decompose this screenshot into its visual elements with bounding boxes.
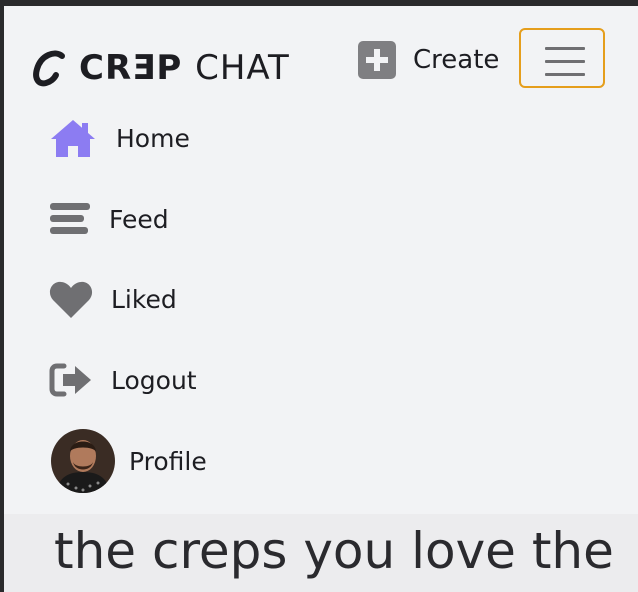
home-icon: [51, 120, 95, 157]
nav-item-feed[interactable]: Feed: [48, 194, 169, 244]
nav-item-profile[interactable]: Profile: [50, 428, 207, 494]
avatar: [51, 429, 115, 493]
app-window: CRƎP CHAT Create Home Feed Liked Logout …: [4, 6, 638, 592]
nav-label-logout: Logout: [111, 365, 197, 395]
hero-heading: the creps you love the: [54, 522, 614, 580]
create-button[interactable]: Create: [358, 41, 499, 79]
logo-c-icon: [33, 50, 65, 87]
nav-label-feed: Feed: [109, 204, 169, 234]
heart-icon: [49, 281, 93, 318]
hamburger-line: [545, 73, 585, 76]
hamburger-line: [545, 47, 585, 50]
plus-square-icon: [358, 41, 396, 79]
brand-logo[interactable]: CRƎP CHAT: [31, 45, 290, 91]
nav-label-liked: Liked: [111, 284, 177, 314]
feed-icon: [50, 203, 90, 234]
menu-toggle-button[interactable]: [519, 28, 605, 88]
nav-label-home: Home: [116, 123, 190, 153]
logo-text-light: CHAT: [195, 48, 290, 88]
nav-item-logout[interactable]: Logout: [48, 355, 197, 405]
logout-icon: [49, 363, 91, 397]
nav-item-liked[interactable]: Liked: [48, 274, 177, 324]
nav-label-profile: Profile: [129, 446, 207, 476]
nav-item-home[interactable]: Home: [48, 113, 190, 163]
hamburger-line: [545, 60, 585, 63]
logo-text-bold: CRƎP: [79, 48, 183, 88]
create-label: Create: [413, 45, 500, 75]
